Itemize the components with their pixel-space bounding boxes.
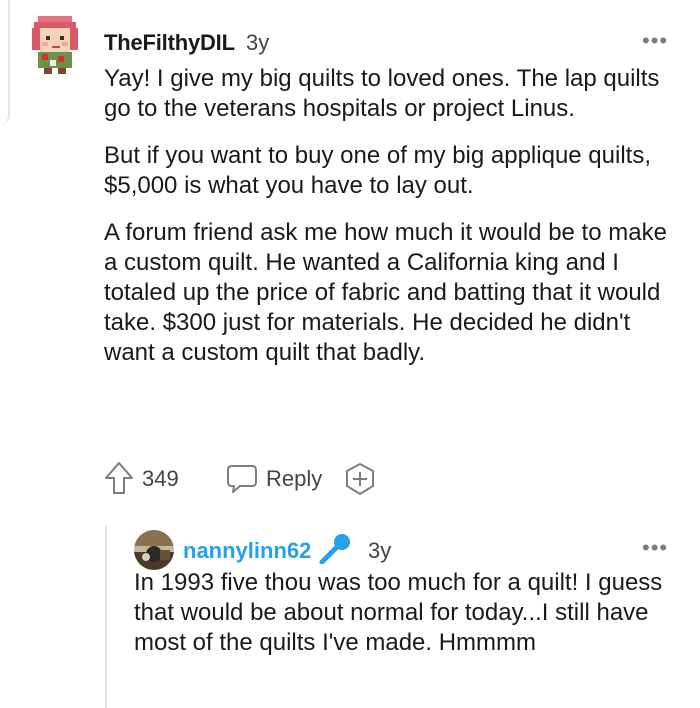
speech-bubble-icon — [227, 465, 257, 493]
reply-paragraph: In 1993 five thou was too much for a qui… — [134, 569, 663, 656]
reply-label: Reply — [266, 466, 323, 491]
vote-score: 349 — [142, 466, 179, 491]
upvote-button[interactable] — [104, 461, 134, 495]
reply-button[interactable]: Reply — [226, 460, 326, 498]
microphone-icon — [318, 532, 354, 565]
comment-paragraph: A forum friend ask me how much it would … — [104, 219, 667, 366]
more-options-icon[interactable]: ••• — [642, 28, 668, 54]
comment-age: 3y — [246, 30, 270, 55]
comment-action-bar: 349 Reply — [104, 458, 524, 502]
award-plus-icon — [346, 463, 374, 495]
reply-age: 3y — [368, 538, 392, 563]
thread-line[interactable] — [105, 525, 107, 708]
upvote-arrow-icon — [105, 462, 133, 494]
more-options-icon[interactable]: ••• — [642, 535, 668, 561]
reply-body: In 1993 five thou was too much for a qui… — [134, 568, 679, 658]
pixel-avatar-icon — [32, 16, 78, 74]
award-button[interactable] — [344, 462, 376, 496]
photo-avatar-icon — [134, 530, 174, 570]
comment-paragraph: Yay! I give my big quilts to loved ones.… — [104, 65, 660, 122]
user-avatar[interactable] — [28, 12, 86, 74]
comment-author[interactable]: TheFilthyDIL — [104, 30, 235, 56]
thread-indent-rule — [0, 0, 10, 125]
comment-paragraph: But if you want to buy one of my big app… — [104, 142, 651, 199]
reply-avatar[interactable] — [134, 530, 174, 570]
reply-author[interactable]: nannylinn62 — [183, 538, 311, 564]
comment-body: Yay! I give my big quilts to loved ones.… — [104, 64, 674, 385]
